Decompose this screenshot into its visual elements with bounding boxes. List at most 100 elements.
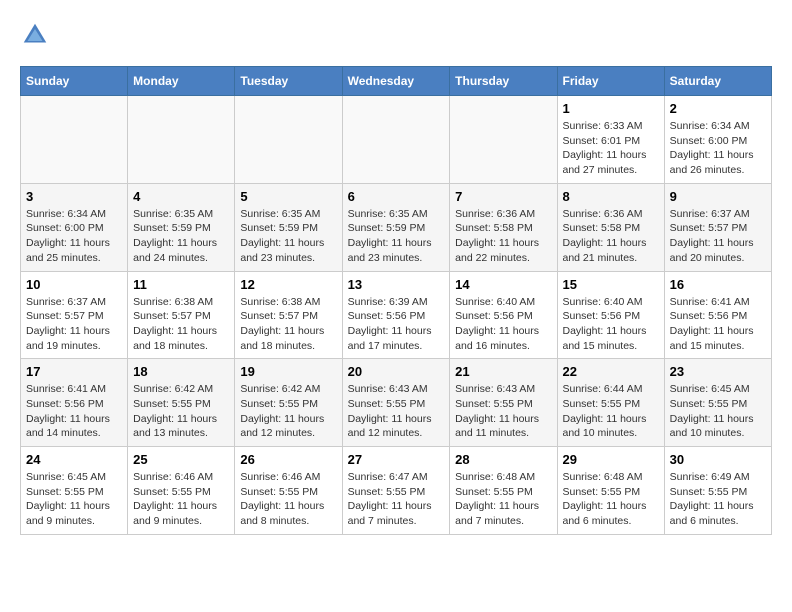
week-row-5: 24 Sunrise: 6:45 AM Sunset: 5:55 PM Dayli… [21,447,772,535]
day-number: 28 [455,452,551,467]
day-number: 3 [26,189,122,204]
day-info: Sunrise: 6:46 AM Sunset: 5:55 PM Dayligh… [133,470,229,529]
day-info: Sunrise: 6:35 AM Sunset: 5:59 PM Dayligh… [240,207,336,266]
day-number: 24 [26,452,122,467]
calendar-body: 1 Sunrise: 6:33 AM Sunset: 6:01 PM Daylig… [21,96,772,535]
day-info: Sunrise: 6:35 AM Sunset: 5:59 PM Dayligh… [133,207,229,266]
week-row-3: 10 Sunrise: 6:37 AM Sunset: 5:57 PM Dayli… [21,271,772,359]
day-info: Sunrise: 6:48 AM Sunset: 5:55 PM Dayligh… [563,470,659,529]
day-cell: 19 Sunrise: 6:42 AM Sunset: 5:55 PM Dayli… [235,359,342,447]
weekday-header: SundayMondayTuesdayWednesdayThursdayFrid… [21,67,772,96]
day-cell: 15Sunrise: 6:40 AM Sunset: 5:56 PM Dayli… [557,271,664,359]
day-number: 4 [133,189,229,204]
day-number: 13 [348,277,445,292]
day-cell: 23 Sunrise: 6:45 AM Sunset: 5:55 PM Dayli… [664,359,771,447]
day-number: 20 [348,364,445,379]
day-number: 6 [348,189,445,204]
day-number: 5 [240,189,336,204]
day-cell: 12Sunrise: 6:38 AM Sunset: 5:57 PM Dayli… [235,271,342,359]
day-number: 14 [455,277,551,292]
day-cell [342,96,450,184]
day-cell: 9 Sunrise: 6:37 AM Sunset: 5:57 PM Daylig… [664,183,771,271]
day-cell: 28 Sunrise: 6:48 AM Sunset: 5:55 PM Dayli… [450,447,557,535]
day-cell: 27Sunrise: 6:47 AM Sunset: 5:55 PM Dayli… [342,447,450,535]
weekday-header-thursday: Thursday [450,67,557,96]
weekday-header-wednesday: Wednesday [342,67,450,96]
day-cell: 7 Sunrise: 6:36 AM Sunset: 5:58 PM Daylig… [450,183,557,271]
day-number: 30 [670,452,766,467]
day-cell: 16Sunrise: 6:41 AM Sunset: 5:56 PM Dayli… [664,271,771,359]
day-cell: 29 Sunrise: 6:48 AM Sunset: 5:55 PM Dayli… [557,447,664,535]
logo-icon [20,20,50,50]
day-info: Sunrise: 6:42 AM Sunset: 5:55 PM Dayligh… [240,382,336,441]
day-cell [235,96,342,184]
day-number: 25 [133,452,229,467]
day-cell: 10 Sunrise: 6:37 AM Sunset: 5:57 PM Dayli… [21,271,128,359]
weekday-header-saturday: Saturday [664,67,771,96]
day-info: Sunrise: 6:34 AM Sunset: 6:00 PM Dayligh… [670,119,766,178]
day-number: 19 [240,364,336,379]
day-number: 2 [670,101,766,116]
day-cell: 13 Sunrise: 6:39 AM Sunset: 5:56 PM Dayli… [342,271,450,359]
day-cell: 26 Sunrise: 6:46 AM Sunset: 5:55 PM Dayli… [235,447,342,535]
week-row-2: 3 Sunrise: 6:34 AM Sunset: 6:00 PM Daylig… [21,183,772,271]
day-cell: 14Sunrise: 6:40 AM Sunset: 5:56 PM Dayli… [450,271,557,359]
day-info: Sunrise: 6:37 AM Sunset: 5:57 PM Dayligh… [670,207,766,266]
day-cell: 11Sunrise: 6:38 AM Sunset: 5:57 PM Dayli… [128,271,235,359]
day-number: 21 [455,364,551,379]
day-info: Sunrise: 6:48 AM Sunset: 5:55 PM Dayligh… [455,470,551,529]
day-cell: 1 Sunrise: 6:33 AM Sunset: 6:01 PM Daylig… [557,96,664,184]
day-info: Sunrise: 6:34 AM Sunset: 6:00 PM Dayligh… [26,207,122,266]
day-cell [128,96,235,184]
day-info: Sunrise: 6:41 AM Sunset: 5:56 PM Dayligh… [26,382,122,441]
day-cell: 8Sunrise: 6:36 AM Sunset: 5:58 PM Daylig… [557,183,664,271]
day-info: Sunrise: 6:41 AM Sunset: 5:56 PM Dayligh… [670,295,766,354]
day-cell: 21 Sunrise: 6:43 AM Sunset: 5:55 PM Dayli… [450,359,557,447]
weekday-header-tuesday: Tuesday [235,67,342,96]
calendar-table: SundayMondayTuesdayWednesdayThursdayFrid… [20,66,772,535]
day-number: 23 [670,364,766,379]
day-cell: 3 Sunrise: 6:34 AM Sunset: 6:00 PM Daylig… [21,183,128,271]
day-number: 26 [240,452,336,467]
day-info: Sunrise: 6:44 AM Sunset: 5:55 PM Dayligh… [563,382,659,441]
day-info: Sunrise: 6:43 AM Sunset: 5:55 PM Dayligh… [455,382,551,441]
day-info: Sunrise: 6:33 AM Sunset: 6:01 PM Dayligh… [563,119,659,178]
day-cell [450,96,557,184]
day-number: 9 [670,189,766,204]
day-number: 10 [26,277,122,292]
day-number: 7 [455,189,551,204]
weekday-header-sunday: Sunday [21,67,128,96]
day-info: Sunrise: 6:42 AM Sunset: 5:55 PM Dayligh… [133,382,229,441]
day-number: 29 [563,452,659,467]
weekday-header-monday: Monday [128,67,235,96]
day-cell: 17Sunrise: 6:41 AM Sunset: 5:56 PM Dayli… [21,359,128,447]
day-number: 12 [240,277,336,292]
day-info: Sunrise: 6:36 AM Sunset: 5:58 PM Dayligh… [563,207,659,266]
day-number: 18 [133,364,229,379]
week-row-1: 1 Sunrise: 6:33 AM Sunset: 6:01 PM Daylig… [21,96,772,184]
logo [20,20,54,50]
day-info: Sunrise: 6:45 AM Sunset: 5:55 PM Dayligh… [26,470,122,529]
day-info: Sunrise: 6:47 AM Sunset: 5:55 PM Dayligh… [348,470,445,529]
day-cell: 6Sunrise: 6:35 AM Sunset: 5:59 PM Daylig… [342,183,450,271]
day-cell: 22 Sunrise: 6:44 AM Sunset: 5:55 PM Dayli… [557,359,664,447]
day-info: Sunrise: 6:39 AM Sunset: 5:56 PM Dayligh… [348,295,445,354]
day-info: Sunrise: 6:43 AM Sunset: 5:55 PM Dayligh… [348,382,445,441]
day-info: Sunrise: 6:40 AM Sunset: 5:56 PM Dayligh… [563,295,659,354]
day-number: 11 [133,277,229,292]
day-cell: 4 Sunrise: 6:35 AM Sunset: 5:59 PM Daylig… [128,183,235,271]
day-cell: 30Sunrise: 6:49 AM Sunset: 5:55 PM Dayli… [664,447,771,535]
day-info: Sunrise: 6:36 AM Sunset: 5:58 PM Dayligh… [455,207,551,266]
day-number: 1 [563,101,659,116]
day-info: Sunrise: 6:45 AM Sunset: 5:55 PM Dayligh… [670,382,766,441]
day-info: Sunrise: 6:46 AM Sunset: 5:55 PM Dayligh… [240,470,336,529]
day-info: Sunrise: 6:37 AM Sunset: 5:57 PM Dayligh… [26,295,122,354]
day-cell: 24 Sunrise: 6:45 AM Sunset: 5:55 PM Dayli… [21,447,128,535]
weekday-header-friday: Friday [557,67,664,96]
day-number: 22 [563,364,659,379]
week-row-4: 17Sunrise: 6:41 AM Sunset: 5:56 PM Dayli… [21,359,772,447]
day-cell: 20 Sunrise: 6:43 AM Sunset: 5:55 PM Dayli… [342,359,450,447]
day-cell [21,96,128,184]
day-cell: 25 Sunrise: 6:46 AM Sunset: 5:55 PM Dayli… [128,447,235,535]
day-cell: 2 Sunrise: 6:34 AM Sunset: 6:00 PM Daylig… [664,96,771,184]
